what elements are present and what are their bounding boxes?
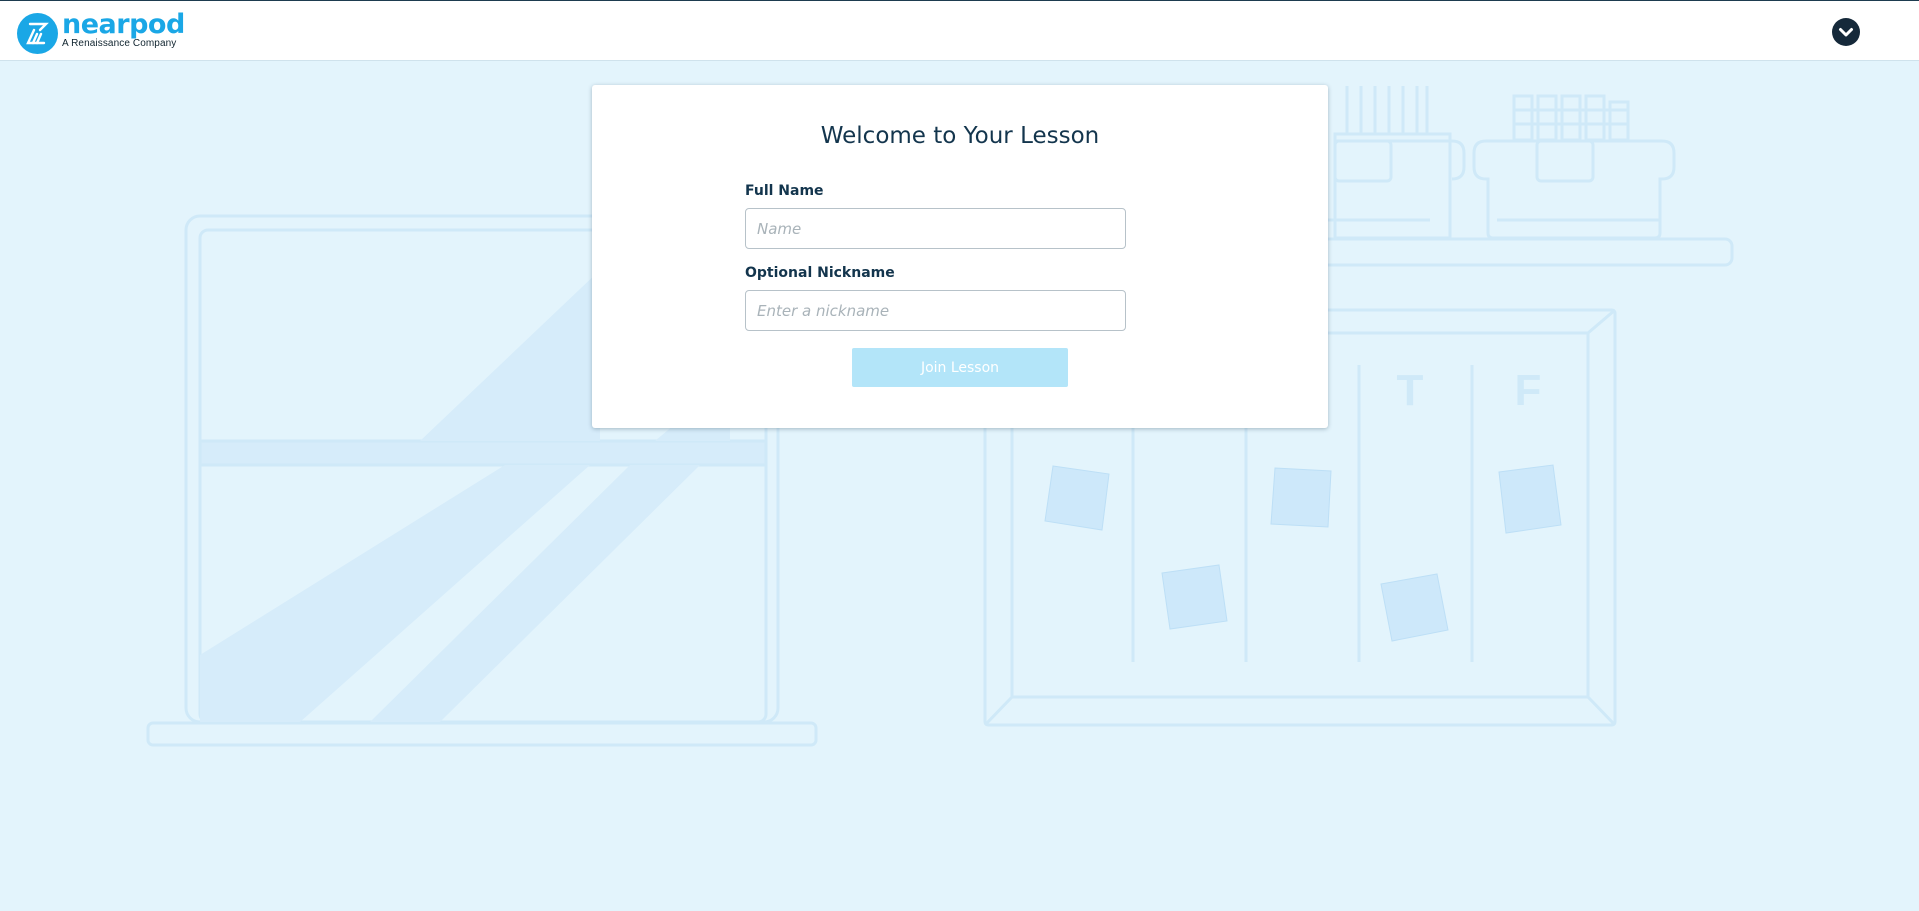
window-sill [146, 721, 818, 747]
nearpod-logo-icon [17, 12, 58, 54]
nickname-label: Optional Nickname [745, 265, 895, 281]
sticky-note [1380, 573, 1449, 642]
sticky-note [1044, 465, 1110, 531]
chevron-down-icon [1839, 28, 1853, 37]
join-lesson-button[interactable]: Join Lesson [852, 348, 1068, 387]
nearpod-logo[interactable]: nearpod A Renaissance Company [17, 11, 185, 55]
calendar-day-f: F [1515, 366, 1542, 415]
nickname-input[interactable] [745, 290, 1126, 331]
full-name-input[interactable] [745, 208, 1126, 249]
logo-wordmark: nearpod [62, 9, 185, 40]
logo-subtitle: A Renaissance Company [62, 38, 177, 49]
sticky-note [1270, 467, 1332, 528]
top-header: nearpod A Renaissance Company [0, 0, 1919, 61]
account-menu-button[interactable] [1832, 18, 1860, 46]
calendar-day-t: T [1397, 366, 1424, 415]
page-title: Welcome to Your Lesson [820, 123, 1100, 149]
full-name-label: Full Name [745, 183, 824, 199]
join-lesson-card: Welcome to Your Lesson Full Name Optiona… [592, 85, 1328, 428]
sticky-note [1161, 564, 1228, 630]
sticky-note [1498, 464, 1562, 534]
shelf [1308, 237, 1734, 267]
